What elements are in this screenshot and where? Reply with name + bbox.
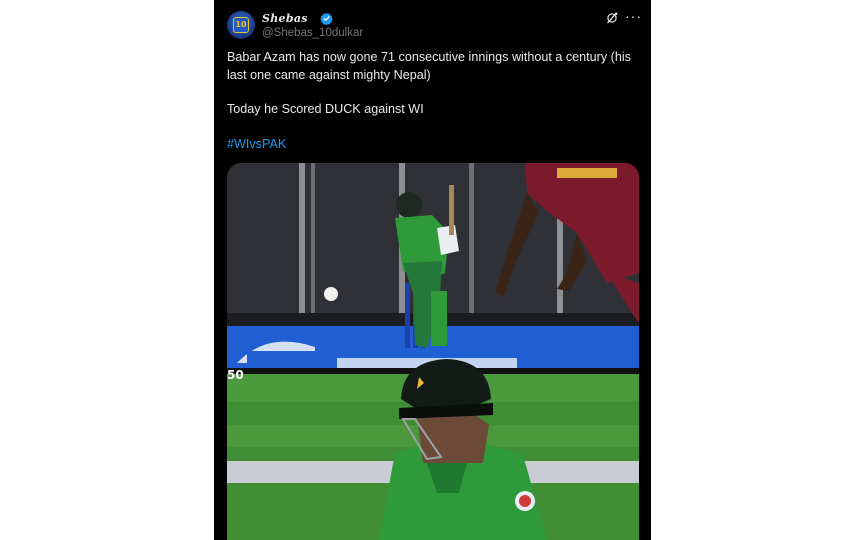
- tweet-media-image[interactable]: 50: [227, 163, 639, 540]
- tweet-header: 10 Shebas @Shebas_10dulkar ···: [227, 8, 641, 42]
- verified-badge-icon: [320, 12, 333, 25]
- cricket-photo: [227, 163, 639, 540]
- tweet: 10 Shebas @Shebas_10dulkar ··· Babar Aza…: [214, 0, 651, 540]
- hashtag-link[interactable]: #WIvsPAK: [227, 137, 286, 151]
- top-frame-overlay-text: 50: [227, 368, 244, 382]
- tweet-text-line-2: Today he Scored DUCK against WI: [227, 102, 424, 116]
- tweet-text-line-1: Babar Azam has now gone 71 consecutive i…: [227, 50, 631, 82]
- avatar-jersey: 10: [233, 17, 249, 33]
- author-handle[interactable]: @Shebas_10dulkar: [262, 27, 363, 39]
- grok-icon[interactable]: [605, 11, 619, 25]
- avatar[interactable]: 10: [227, 11, 255, 39]
- author-display-name[interactable]: Shebas: [262, 12, 308, 25]
- more-options-icon[interactable]: ···: [625, 8, 641, 24]
